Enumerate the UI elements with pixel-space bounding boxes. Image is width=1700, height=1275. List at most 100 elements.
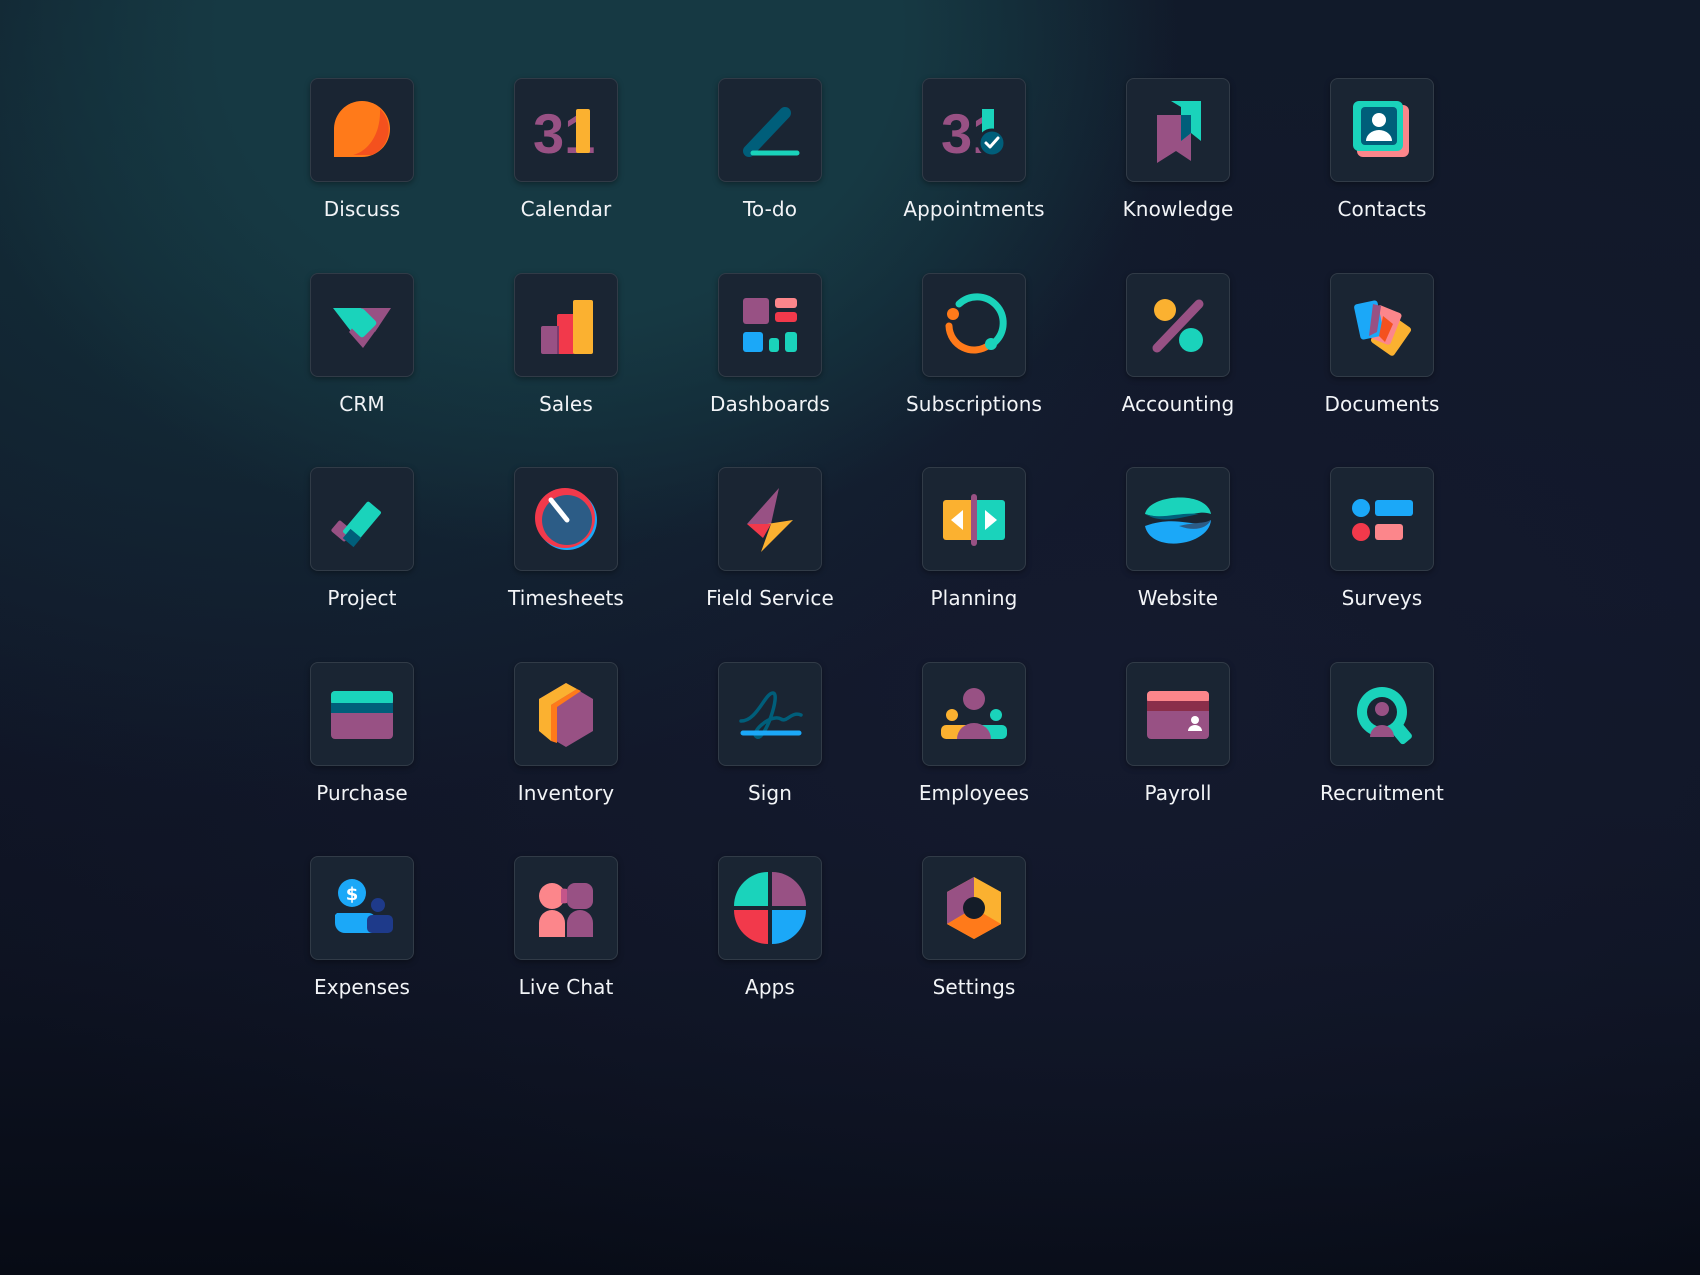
app-label: Planning	[930, 586, 1018, 610]
live-chat-tile[interactable]	[514, 856, 618, 960]
discuss-tile[interactable]	[310, 78, 414, 182]
app-contacts[interactable]: Contacts	[1280, 78, 1484, 273]
app-label: Live Chat	[518, 975, 614, 999]
app-label: Knowledge	[1122, 197, 1234, 221]
documents-icon	[1354, 299, 1412, 356]
project-icon	[331, 501, 381, 548]
app-todo[interactable]: To-do	[668, 78, 872, 273]
subscriptions-tile[interactable]	[922, 272, 1026, 377]
app-label: Project	[327, 586, 397, 610]
knowledge-tile[interactable]	[1126, 78, 1230, 182]
app-label: Purchase	[316, 780, 408, 805]
settings-tile[interactable]	[922, 856, 1026, 960]
app-label: Expenses	[313, 975, 411, 999]
apps-tile[interactable]	[718, 856, 822, 960]
app-dashboards[interactable]: Dashboards	[668, 272, 872, 468]
app-project[interactable]: Project	[260, 467, 464, 662]
payroll-tile[interactable]	[1126, 661, 1230, 766]
settings-icon	[947, 877, 1001, 939]
app-calendar[interactable]: 31 Calendar	[464, 78, 668, 273]
app-appointments[interactable]: 31 Appointments	[872, 78, 1076, 273]
app-website[interactable]: Website	[1076, 467, 1280, 662]
app-knowledge[interactable]: Knowledge	[1076, 78, 1280, 273]
recruitment-tile[interactable]	[1330, 661, 1434, 766]
dollar-sign: $	[346, 884, 359, 905]
app-label: Field Service	[706, 586, 834, 610]
planning-tile[interactable]	[922, 467, 1026, 571]
sign-tile[interactable]	[718, 661, 822, 766]
contacts-tile[interactable]	[1330, 78, 1434, 182]
app-subscriptions[interactable]: Subscriptions	[872, 272, 1076, 468]
field-service-tile[interactable]	[718, 467, 822, 571]
app-label: Recruitment	[1319, 780, 1444, 805]
app-sales[interactable]: Sales	[464, 272, 668, 468]
app-label: Inventory	[517, 780, 615, 805]
field-service-icon	[747, 488, 793, 552]
app-label: Dashboards	[710, 391, 830, 416]
app-label: Surveys	[1341, 586, 1423, 610]
app-planning[interactable]: Planning	[872, 467, 1076, 662]
app-label: Contacts	[1337, 197, 1427, 221]
timesheets-icon	[535, 488, 597, 550]
payroll-icon	[1147, 690, 1209, 739]
app-crm[interactable]: CRM	[260, 272, 464, 468]
app-live-chat[interactable]: Live Chat	[464, 856, 668, 1051]
app-recruitment[interactable]: Recruitment	[1280, 661, 1484, 857]
app-sign[interactable]: Sign	[668, 661, 872, 857]
todo-icon	[743, 107, 800, 157]
website-icon	[1145, 497, 1211, 544]
inventory-tile[interactable]	[514, 661, 618, 766]
app-label: CRM	[339, 391, 385, 416]
app-label: To-do	[742, 197, 798, 221]
app-expenses[interactable]: $ Expenses	[260, 856, 464, 1051]
website-tile[interactable]	[1126, 467, 1230, 571]
discuss-icon	[334, 101, 390, 157]
todo-tile[interactable]	[718, 78, 822, 182]
app-payroll[interactable]: Payroll	[1076, 661, 1280, 857]
apps-icon	[734, 872, 806, 944]
sales-icon	[541, 299, 593, 354]
live-chat-icon	[539, 883, 593, 937]
app-label: Settings	[932, 975, 1016, 999]
calendar-icon: 31	[533, 102, 595, 165]
app-discuss[interactable]: Discuss	[260, 78, 464, 273]
app-employees[interactable]: Employees	[872, 661, 1076, 857]
app-timesheets[interactable]: Timesheets	[464, 467, 668, 662]
accounting-icon	[1152, 298, 1204, 352]
app-purchase[interactable]: Purchase	[260, 661, 464, 857]
app-surveys[interactable]: Surveys	[1280, 467, 1484, 662]
calendar-tile[interactable]: 31	[514, 78, 618, 182]
app-settings[interactable]: Settings	[872, 856, 1076, 1051]
sales-tile[interactable]	[514, 272, 618, 377]
app-field-service[interactable]: Field Service	[668, 467, 872, 662]
timesheets-tile[interactable]	[514, 467, 618, 571]
app-accounting[interactable]: Accounting	[1076, 272, 1280, 468]
knowledge-icon	[1157, 101, 1201, 163]
employees-tile[interactable]	[922, 661, 1026, 766]
app-label: Calendar	[520, 197, 612, 221]
subscriptions-icon	[945, 292, 1007, 354]
surveys-icon	[1352, 499, 1413, 541]
expenses-icon: $	[335, 879, 393, 933]
app-documents[interactable]: Documents	[1280, 272, 1484, 468]
accounting-tile[interactable]	[1126, 272, 1230, 377]
appointments-tile[interactable]: 31	[922, 78, 1026, 182]
purchase-tile[interactable]	[310, 661, 414, 766]
app-label: Website	[1137, 586, 1219, 610]
dashboards-tile[interactable]	[718, 272, 822, 377]
surveys-tile[interactable]	[1330, 467, 1434, 571]
app-label: Accounting	[1121, 391, 1235, 416]
appointments-icon: 31	[941, 102, 1007, 165]
app-label: Sign	[747, 780, 793, 805]
app-inventory[interactable]: Inventory	[464, 661, 668, 857]
expenses-tile[interactable]: $	[310, 856, 414, 960]
crm-icon	[333, 307, 391, 348]
app-label: Payroll	[1144, 780, 1212, 805]
dashboards-icon	[743, 297, 797, 352]
project-tile[interactable]	[310, 467, 414, 571]
app-label: Apps	[745, 975, 795, 999]
app-apps[interactable]: Apps	[668, 856, 872, 1051]
app-grid: Discuss 31 Calendar To-do 31 Appointment…	[260, 78, 1484, 1051]
crm-tile[interactable]	[310, 272, 414, 377]
documents-tile[interactable]	[1330, 272, 1434, 377]
